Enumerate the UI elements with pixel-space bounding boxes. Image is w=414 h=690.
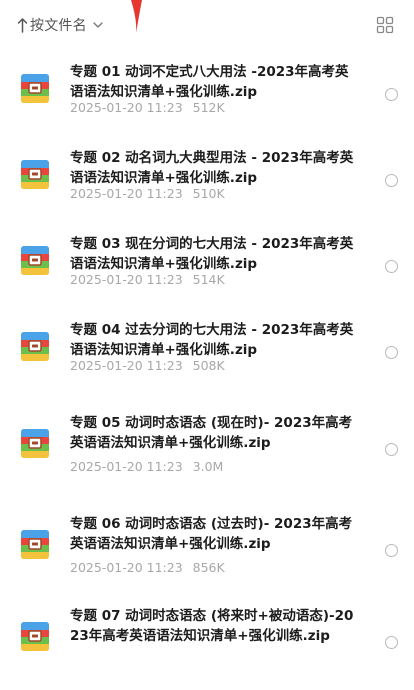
zip-file-icon: [21, 622, 49, 651]
file-date: 2025-01-20 11:23: [70, 459, 183, 474]
file-name: 专题 07 动词时态语态 (将来时+被动语态)-2023年高考英语语法知识清单+…: [70, 608, 354, 644]
file-name: 专题 06 动词时态语态 (过去时)- 2023年高考英语语法知识清单+强化训练…: [70, 516, 353, 552]
zip-file-icon: [21, 160, 49, 189]
file-meta: 2025-01-20 11:23 856K: [70, 560, 225, 575]
file-size: 514K: [192, 272, 225, 287]
file-name: 专题 02 动名词九大典型用法 - 2023年高考英语语法知识清单+强化训练.z…: [70, 150, 354, 186]
select-radio[interactable]: [385, 88, 398, 101]
select-radio[interactable]: [385, 544, 398, 557]
file-size: 512K: [192, 100, 225, 115]
file-meta: 2025-01-20 11:23 3.0M: [70, 459, 223, 474]
file-date: 2025-01-20 11:23: [70, 560, 183, 575]
file-list-item[interactable]: 专题 04 过去分词的七大用法 - 2023年高考英语语法知识清单+强化训练.z…: [0, 320, 414, 404]
sort-label: 按文件名: [30, 18, 87, 34]
file-name: 专题 04 过去分词的七大用法 - 2023年高考英语语法知识清单+强化训练.z…: [70, 322, 354, 358]
file-date: 2025-01-20 11:23: [70, 358, 183, 373]
select-radio[interactable]: [385, 636, 398, 649]
chevron-down-icon: [93, 22, 103, 28]
file-list-item[interactable]: 专题 02 动名词九大典型用法 - 2023年高考英语语法知识清单+强化训练.z…: [0, 148, 414, 232]
file-list-item[interactable]: 专题 01 动词不定式八大用法 -2023年高考英语语法知识清单+强化训练.zi…: [0, 62, 414, 146]
select-radio[interactable]: [385, 174, 398, 187]
file-meta: 2025-01-20 11:23 508K: [70, 358, 225, 373]
file-name: 专题 05 动词时态语态 (现在时)- 2023年高考英语语法知识清单+强化训练…: [70, 415, 353, 451]
select-radio[interactable]: [385, 443, 398, 456]
zip-file-icon: [21, 332, 49, 361]
file-size: 856K: [192, 560, 225, 575]
sort-dropdown[interactable]: 按文件名: [17, 14, 104, 36]
zip-file-icon: [21, 246, 49, 275]
file-list-item[interactable]: 专题 03 现在分词的七大用法 - 2023年高考英语语法知识清单+强化训练.z…: [0, 234, 414, 318]
file-size: 510K: [192, 186, 225, 201]
toolbar: 按文件名: [0, 0, 414, 48]
file-list-item[interactable]: 专题 05 动词时态语态 (现在时)- 2023年高考英语语法知识清单+强化训练…: [0, 413, 414, 497]
file-name: 专题 03 现在分词的七大用法 - 2023年高考英语语法知识清单+强化训练.z…: [70, 236, 354, 272]
select-radio[interactable]: [385, 346, 398, 359]
file-meta: 2025-01-20 11:23 514K: [70, 272, 225, 287]
file-date: 2025-01-20 11:23: [70, 272, 183, 287]
file-size: 3.0M: [192, 459, 224, 474]
zip-file-icon: [21, 429, 49, 458]
sort-arrow-up-icon: [17, 18, 28, 33]
zip-file-icon: [21, 530, 49, 559]
file-date: 2025-01-20 11:23: [70, 100, 183, 115]
grid-view-icon[interactable]: [376, 16, 394, 34]
file-name: 专题 01 动词不定式八大用法 -2023年高考英语语法知识清单+强化训练.zi…: [70, 64, 349, 100]
file-list-item[interactable]: 专题 06 动词时态语态 (过去时)- 2023年高考英语语法知识清单+强化训练…: [0, 514, 414, 598]
file-meta: 2025-01-20 11:23 510K: [70, 186, 225, 201]
file-meta: 2025-01-20 11:23 512K: [70, 100, 225, 115]
file-date: 2025-01-20 11:23: [70, 186, 183, 201]
red-annotation-mark: [131, 0, 142, 33]
select-radio[interactable]: [385, 260, 398, 273]
file-list-item[interactable]: 专题 07 动词时态语态 (将来时+被动语态)-2023年高考英语语法知识清单+…: [0, 606, 414, 690]
zip-file-icon: [21, 74, 49, 103]
file-size: 508K: [192, 358, 225, 373]
